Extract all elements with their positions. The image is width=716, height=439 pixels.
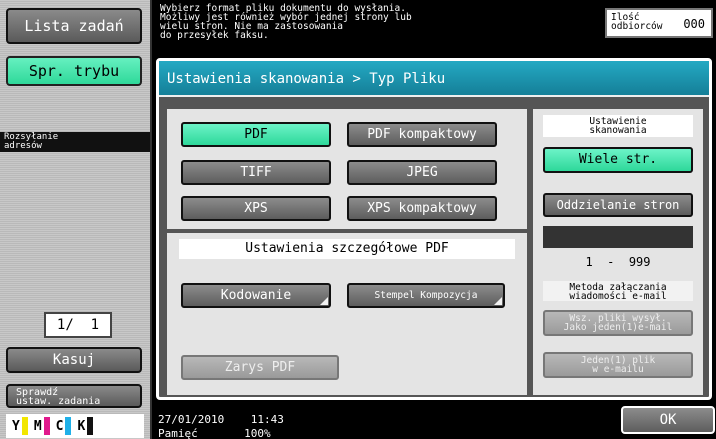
mode-change-button[interactable]: Spr. trybu [6, 56, 142, 86]
toner-label: K [77, 418, 86, 434]
status-bar: 27/01/2010 11:43 Pamięć 100% OK [154, 405, 716, 439]
pdf-detail-settings: Ustawienia szczegółowe PDF Kodowanie Ste… [167, 233, 527, 395]
pdf-outline-button[interactable]: Zarys PDF [181, 355, 339, 380]
encoding-button[interactable]: Kodowanie [181, 283, 331, 308]
breadcrumb: Ustawienia skanowania > Typ Pliku [159, 61, 709, 97]
scan-setting-group: Ustawienie skanowania Wiele str. Oddziel… [533, 109, 703, 395]
separate-pages-button[interactable]: Oddzielanie stron [543, 193, 693, 217]
toner-m: M [34, 417, 50, 435]
format-compact-xps-button[interactable]: XPS kompaktowy [347, 196, 497, 221]
toner-levels: Y M C K [6, 414, 144, 438]
memory-status: Pamięć 100% [158, 427, 271, 439]
left-sidebar: Lista zadań Spr. trybu Rozsyłanie adresó… [0, 0, 152, 439]
format-xps-button[interactable]: XPS [181, 196, 331, 221]
page-counter: 1/ 1 [44, 312, 112, 338]
toner-bar [65, 417, 72, 435]
one-file-per-mail-button[interactable]: Jeden(1) plik w e-mailu [543, 352, 693, 378]
toner-y: Y [12, 417, 28, 435]
clear-button[interactable]: Kasuj [6, 347, 142, 373]
toner-bar [21, 417, 28, 435]
toner-label: C [55, 418, 64, 434]
all-files-one-mail-button[interactable]: Wsz. pliki wysył. Jako jeden(1)e-mail [543, 310, 693, 336]
toner-label: Y [12, 418, 20, 434]
stamp-composition-button[interactable]: Stempel Kompozycja [347, 283, 505, 308]
toner-label: M [33, 418, 42, 434]
address-broadcast-tab[interactable]: Rozsyłanie adresów [0, 132, 150, 152]
ok-button[interactable]: OK [621, 406, 715, 434]
toner-c: C [56, 417, 72, 435]
check-job-settings-button[interactable]: Sprawdź ustaw. zadania [6, 384, 142, 408]
format-jpeg-button[interactable]: JPEG [347, 160, 497, 185]
recipients-counter: Ilość odbiorców 000 [605, 8, 713, 38]
multi-page-button[interactable]: Wiele str. [543, 147, 693, 173]
page-range-input[interactable] [543, 226, 693, 248]
date-time: 27/01/2010 11:43 [158, 413, 284, 426]
page-range-label: 1 - 999 [585, 255, 651, 269]
recipients-label: Ilość odbiorców [611, 12, 663, 32]
format-compact-pdf-button[interactable]: PDF kompaktowy [347, 122, 497, 147]
format-tiff-button[interactable]: TIFF [181, 160, 331, 185]
toner-bar [87, 417, 94, 435]
file-type-panel: Ustawienia skanowania > Typ Pliku PDF PD… [156, 58, 712, 400]
pdf-detail-title: Ustawienia szczegółowe PDF [179, 239, 515, 259]
format-pdf-button[interactable]: PDF [181, 122, 331, 147]
top-message-bar: Wybierz format pliku dokumentu do wysłan… [154, 0, 716, 52]
toner-bar [43, 417, 50, 435]
toner-k: K [77, 417, 94, 435]
recipients-count: 000 [683, 17, 705, 31]
scan-setting-title: Ustawienie skanowania [543, 115, 693, 137]
job-list-button[interactable]: Lista zadań [6, 8, 142, 44]
attach-method-title: Metoda załączania wiadomości e-mail [543, 281, 693, 301]
file-format-group: PDF PDF kompaktowy TIFF JPEG XPS XPS kom… [167, 109, 527, 229]
instruction-message: Wybierz format pliku dokumentu do wysłan… [160, 3, 412, 41]
